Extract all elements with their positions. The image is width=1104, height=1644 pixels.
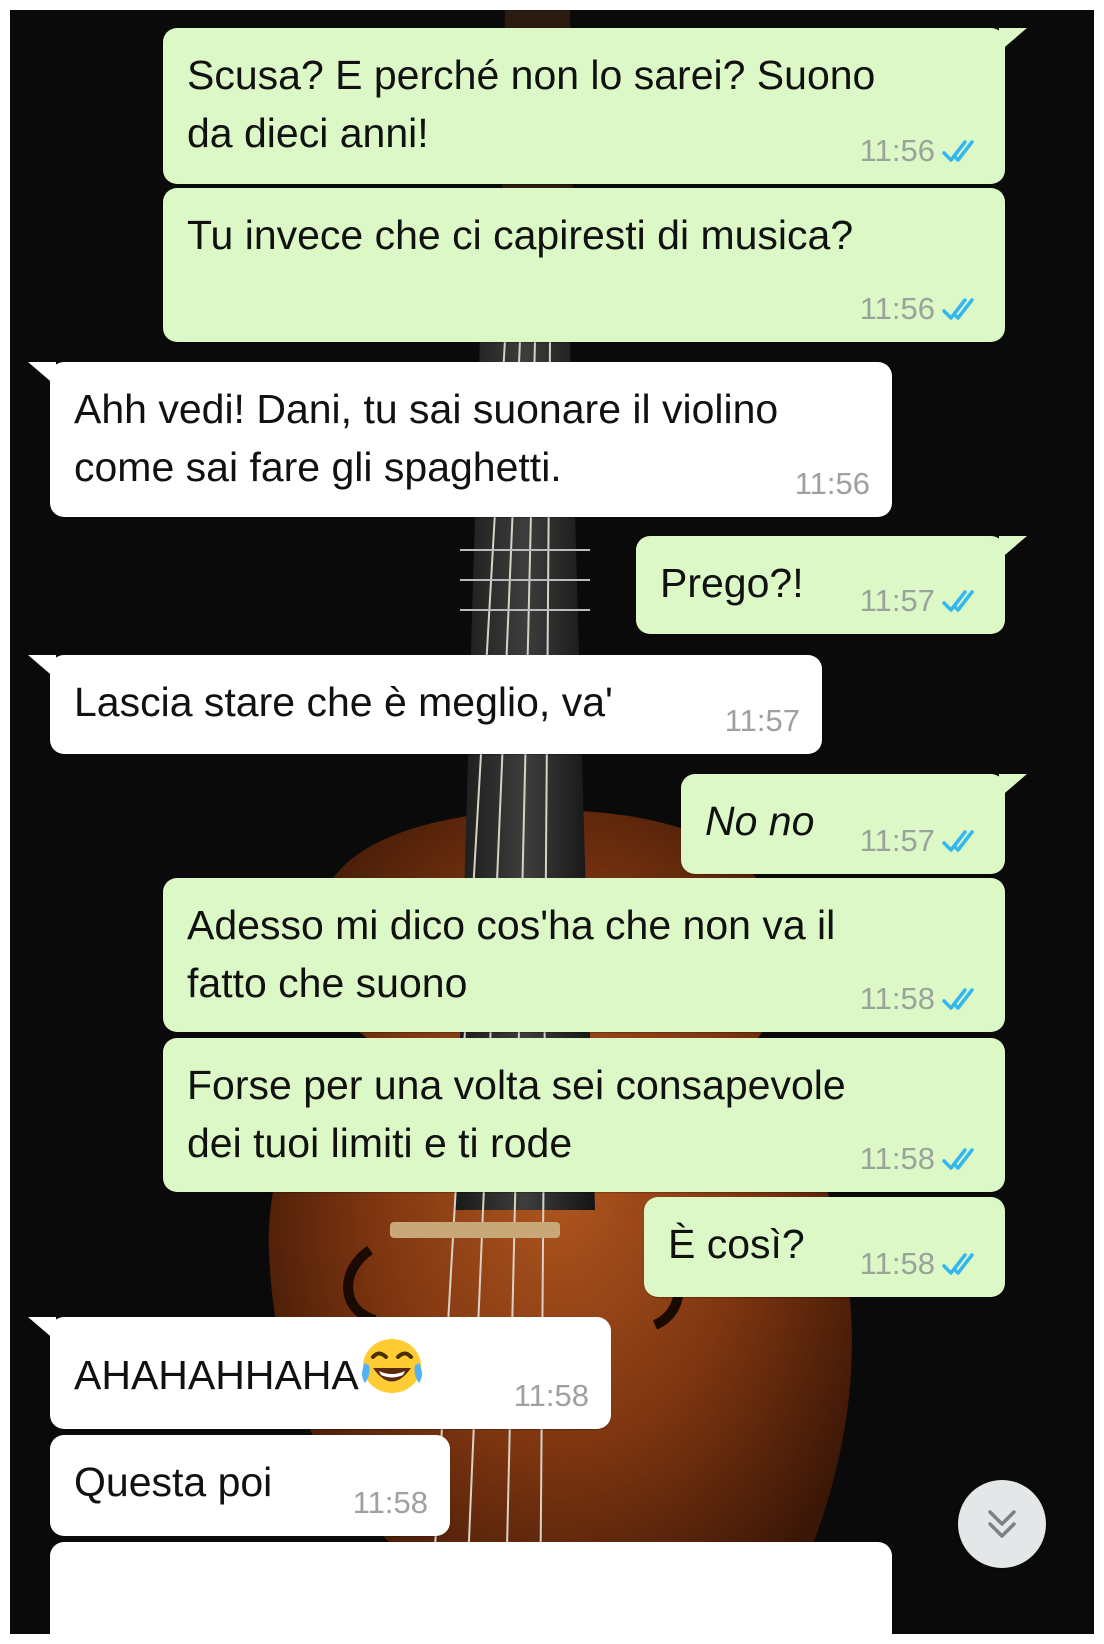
- message-text: AHAHAHHAHA: [74, 1335, 425, 1404]
- message-meta: 11:56: [795, 467, 870, 501]
- message-bubble-outgoing[interactable]: Forse per una volta sei consapevole dei …: [163, 1038, 1005, 1192]
- double-check-read-icon: [942, 140, 974, 162]
- double-check-read-icon: [942, 1148, 974, 1170]
- message-text: Forse per una volta sei consapevole dei …: [187, 1062, 846, 1166]
- double-chevron-down-icon: [988, 1510, 1016, 1538]
- message-text: Adesso mi dico cos'ha che non va il fatt…: [187, 902, 836, 1006]
- message-text: Questa poi: [74, 1459, 273, 1505]
- message-bubble-incoming[interactable]: AHAHAHHAHA 11:58: [28, 1317, 611, 1429]
- message-bubble-outgoing[interactable]: Prego?! 11:57: [636, 536, 1027, 634]
- message-time: 11:57: [859, 583, 935, 618]
- message-time: 11:58: [859, 1141, 935, 1176]
- face-with-tears-of-joy-icon: [361, 1339, 422, 1393]
- double-check-read-icon: [942, 830, 974, 852]
- message-bubble-incoming[interactable]: Questa poi 11:58: [50, 1435, 450, 1536]
- message-meta: 11:57: [860, 824, 983, 858]
- double-check-read-icon: [942, 988, 974, 1010]
- message-text-content: AHAHAHHAHA: [74, 1352, 359, 1398]
- message-meta: 11:57: [860, 584, 983, 618]
- message-time: 11:57: [724, 703, 800, 738]
- message-meta: 11:58: [860, 982, 983, 1016]
- message-text: Lascia stare che è meglio, va': [74, 679, 613, 725]
- message-bubble-incoming[interactable]: Lascia stare che è meglio, va' 11:57: [28, 655, 822, 754]
- message-meta: 11:58: [860, 1142, 983, 1176]
- message-text: Prego?!: [660, 560, 804, 606]
- double-check-read-icon: [942, 1253, 974, 1275]
- message-text: No no: [705, 798, 815, 844]
- message-meta: 11:56: [860, 134, 983, 168]
- message-bubble-outgoing[interactable]: Scusa? E perché non lo sarei? Suono da d…: [163, 28, 1027, 184]
- message-meta: 11:56: [860, 292, 983, 326]
- message-time: 11:58: [859, 981, 935, 1016]
- message-time: 11:58: [513, 1378, 589, 1413]
- scroll-to-bottom-button[interactable]: [958, 1480, 1046, 1568]
- message-time: 11:58: [859, 1246, 935, 1281]
- message-text: Ahh vedi! Dani, tu sai suonare il violin…: [74, 386, 779, 490]
- message-text: È così?: [668, 1221, 805, 1267]
- message-time: 11:56: [859, 291, 935, 326]
- chat-window: Scusa? E perché non lo sarei? Suono da d…: [10, 10, 1094, 1634]
- message-time: 11:58: [352, 1485, 428, 1520]
- message-time: 11:56: [859, 133, 935, 168]
- message-meta: 11:58: [860, 1247, 983, 1281]
- message-meta: 11:58: [353, 1486, 428, 1520]
- message-meta: 11:58: [514, 1379, 589, 1413]
- message-bubble-incoming-partial[interactable]: [50, 1542, 892, 1634]
- message-time: 11:57: [859, 823, 935, 858]
- message-bubble-outgoing[interactable]: Adesso mi dico cos'ha che non va il fatt…: [163, 878, 1005, 1032]
- message-time: 11:56: [794, 466, 870, 501]
- message-text: Scusa? E perché non lo sarei? Suono da d…: [187, 52, 876, 156]
- message-bubble-outgoing[interactable]: È così? 11:58: [644, 1197, 1005, 1297]
- message-meta: 11:57: [725, 704, 800, 738]
- message-text: Tu invece che ci capiresti di musica?: [187, 212, 854, 258]
- message-bubble-outgoing[interactable]: Tu invece che ci capiresti di musica? 11…: [163, 188, 1005, 342]
- double-check-read-icon: [942, 298, 974, 320]
- double-check-read-icon: [942, 590, 974, 612]
- message-bubble-outgoing[interactable]: No no 11:57: [681, 774, 1027, 874]
- message-bubble-incoming[interactable]: Ahh vedi! Dani, tu sai suonare il violin…: [28, 362, 892, 517]
